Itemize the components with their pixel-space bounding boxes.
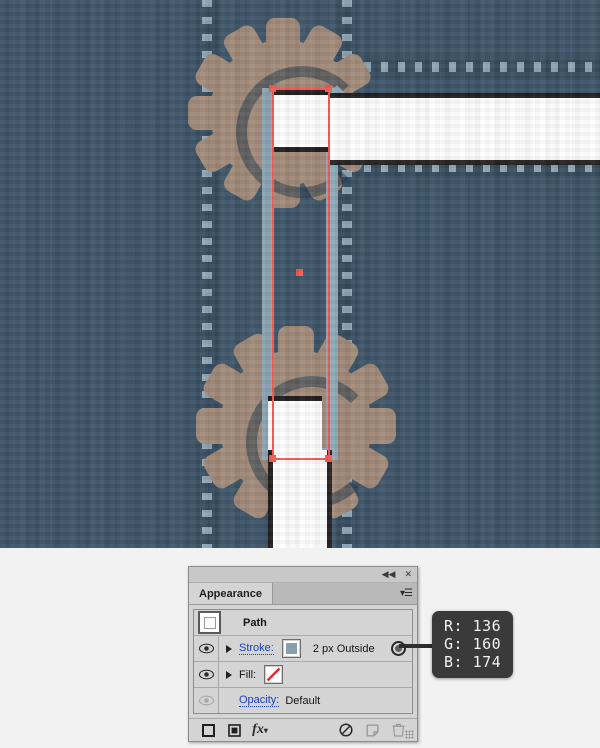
selection-path-right: [328, 88, 330, 460]
white-shape-bottom-column: [268, 450, 332, 548]
opacity-row-value[interactable]: Default: [285, 695, 320, 707]
selection-anchor-bottom-left[interactable]: [269, 455, 276, 462]
callout-line-g: G: 160: [444, 635, 502, 653]
fx-label: fx: [252, 722, 264, 737]
none-slash-icon: [266, 667, 282, 682]
path-row-label: Path: [243, 616, 267, 629]
selection-anchor-top-right[interactable]: [325, 85, 332, 92]
callout-line-r: R: 136: [444, 617, 502, 635]
panel-tab-row[interactable]: Appearance ▾☰: [189, 583, 417, 605]
triangle-right-icon-stroke[interactable]: [219, 644, 239, 653]
fill-row-label[interactable]: Fill:: [239, 669, 256, 681]
rgb-callout: R: 136 G: 160 B: 174: [432, 611, 514, 678]
stroke-weight-align-label[interactable]: 2 px Outside: [313, 643, 375, 655]
path-thumbnail-icon: [198, 611, 221, 634]
appearance-row-opacity[interactable]: Opacity: Default: [194, 688, 412, 713]
white-shape-middle-box: [268, 396, 322, 455]
stroke-color-swatch[interactable]: [281, 639, 301, 658]
eye-icon-opacity-disabled: [194, 688, 219, 713]
appearance-row-path[interactable]: Path: [194, 610, 412, 636]
panel-footer-toolbar[interactable]: fx ▾: [189, 718, 417, 741]
selection-anchor-bottom-right[interactable]: [325, 455, 332, 462]
illustration-canvas[interactable]: [0, 0, 600, 548]
white-shape-right-band: [330, 93, 600, 165]
new-fill-icon[interactable]: [221, 723, 247, 737]
eye-icon-fill[interactable]: [194, 662, 219, 687]
selection-path-left: [272, 88, 274, 460]
selection-path-top: [272, 88, 330, 90]
triangle-right-icon-fill[interactable]: [219, 670, 239, 679]
stroke-color-chip: [285, 643, 297, 654]
appearance-panel[interactable]: ◀◀ ✕ Appearance ▾☰ Path Stroke: 2 px Out…: [188, 566, 418, 742]
panel-body: Path Stroke: 2 px Outside Fill: Opacity:…: [189, 605, 417, 714]
new-stroke-icon[interactable]: [195, 723, 221, 737]
opacity-row-label[interactable]: Opacity:: [239, 694, 280, 707]
panel-menu-icon[interactable]: ▾☰: [395, 583, 417, 604]
clear-appearance-icon[interactable]: [333, 723, 359, 737]
appearance-row-fill[interactable]: Fill:: [194, 662, 412, 688]
fx-icon[interactable]: fx ▾: [247, 722, 273, 738]
selection-center-point[interactable]: [296, 269, 303, 276]
panel-titlebar: ◀◀ ✕: [189, 567, 417, 583]
close-icon[interactable]: ✕: [404, 570, 412, 579]
screenshot-root: ◀◀ ✕ Appearance ▾☰ Path Stroke: 2 px Out…: [0, 0, 600, 748]
appearance-row-stroke[interactable]: Stroke: 2 px Outside: [194, 636, 412, 662]
appearance-rows: Path Stroke: 2 px Outside Fill: Opacity:…: [193, 609, 413, 714]
stroke-row-label[interactable]: Stroke:: [239, 642, 274, 655]
tab-appearance-label: Appearance: [199, 587, 262, 600]
selection-anchor-top-left[interactable]: [269, 85, 276, 92]
duplicate-item-icon[interactable]: [359, 724, 385, 737]
tab-appearance[interactable]: Appearance: [189, 583, 273, 604]
fill-none-swatch[interactable]: [264, 665, 284, 684]
collapse-icon[interactable]: ◀◀: [382, 570, 396, 579]
eye-icon-stroke[interactable]: [194, 636, 219, 661]
white-shape-top-box: [272, 90, 330, 152]
callout-line-b: B: 174: [444, 653, 502, 671]
selection-path-bottom: [272, 458, 330, 460]
panel-resize-grip[interactable]: [405, 730, 414, 739]
tab-filler: [272, 583, 395, 604]
